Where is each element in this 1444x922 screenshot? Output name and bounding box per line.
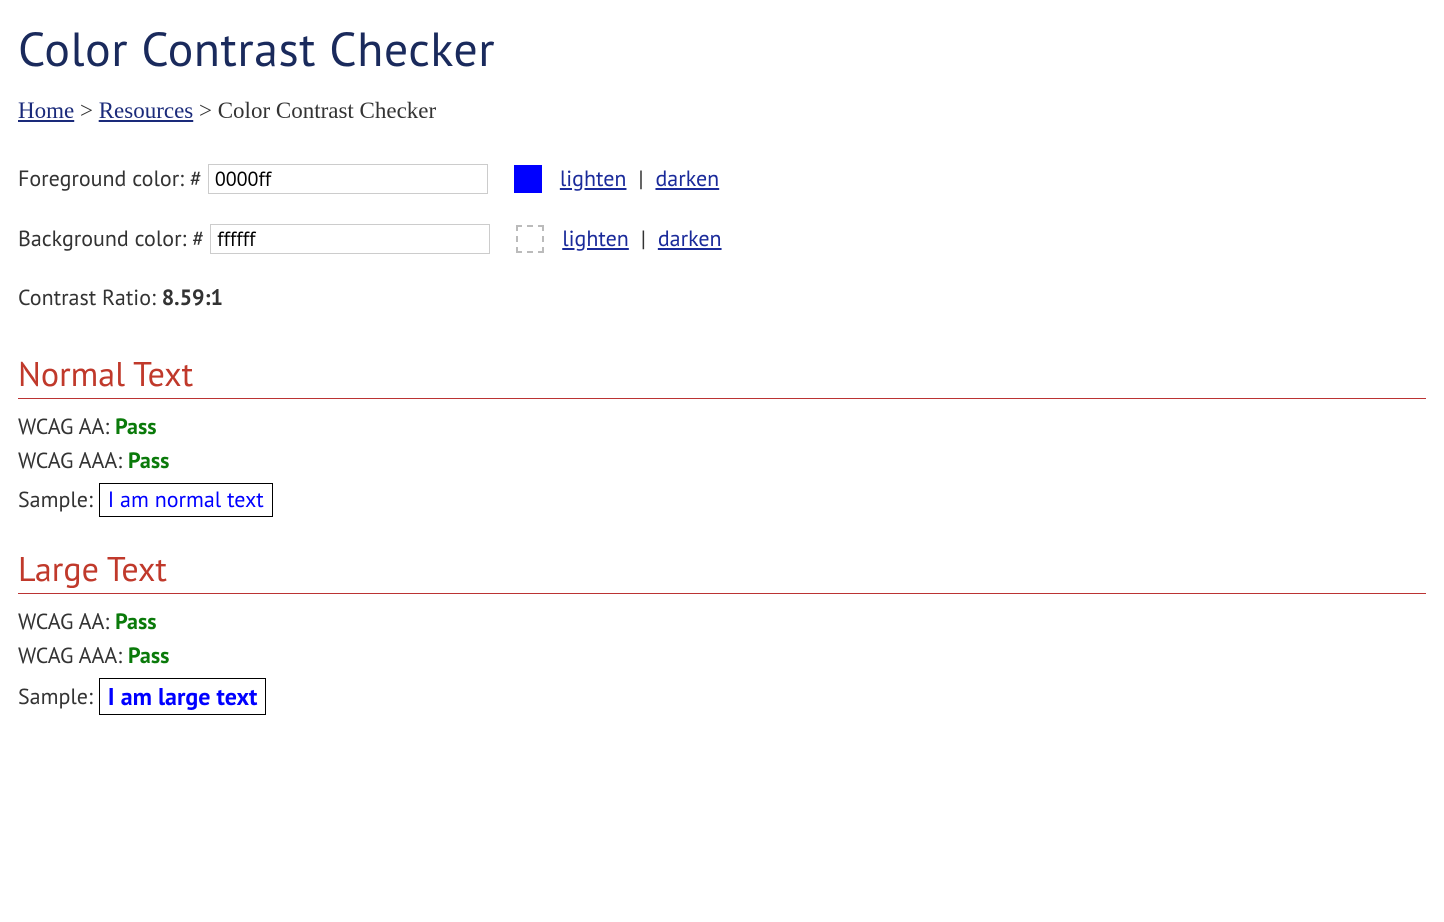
breadcrumb-current: Color Contrast Checker	[218, 98, 436, 123]
large-aa-result: Pass	[115, 608, 156, 636]
normal-sample-line: Sample: I am normal text	[18, 483, 1426, 517]
breadcrumb-resources-link[interactable]: Resources	[99, 98, 194, 123]
large-sample-label: Sample:	[18, 683, 93, 711]
contrast-ratio: Contrast Ratio: 8.59:1	[18, 284, 1426, 312]
breadcrumb-home-link[interactable]: Home	[18, 98, 74, 123]
foreground-lighten-link[interactable]: lighten	[560, 165, 627, 193]
foreground-row: Foreground color: # lighten | darken	[18, 164, 1426, 194]
large-sample-box: I am large text	[99, 678, 267, 715]
normal-aa-label: WCAG AA:	[18, 413, 115, 441]
contrast-ratio-label: Contrast Ratio:	[18, 284, 162, 312]
large-aa-line: WCAG AA: Pass	[18, 608, 1426, 636]
large-aaa-label: WCAG AAA:	[18, 642, 128, 670]
background-lighten-link[interactable]: lighten	[562, 225, 629, 253]
divider: |	[638, 165, 643, 193]
background-input[interactable]	[210, 224, 490, 254]
breadcrumb: Home > Resources > Color Contrast Checke…	[18, 98, 1426, 124]
foreground-darken-link[interactable]: darken	[655, 165, 719, 193]
large-text-heading: Large Text	[18, 547, 1426, 594]
large-aa-label: WCAG AA:	[18, 608, 115, 636]
normal-sample-box: I am normal text	[99, 483, 273, 517]
large-aaa-line: WCAG AAA: Pass	[18, 642, 1426, 670]
background-swatch[interactable]	[516, 225, 544, 253]
background-darken-link[interactable]: darken	[658, 225, 722, 253]
normal-aaa-line: WCAG AAA: Pass	[18, 447, 1426, 475]
foreground-swatch[interactable]	[514, 165, 542, 193]
foreground-input[interactable]	[208, 164, 488, 194]
divider: |	[641, 225, 646, 253]
normal-sample-label: Sample:	[18, 486, 93, 514]
large-sample-line: Sample: I am large text	[18, 678, 1426, 715]
background-label: Background color: #	[18, 225, 204, 253]
large-aaa-result: Pass	[128, 642, 169, 670]
contrast-ratio-value: 8.59:1	[162, 284, 223, 312]
breadcrumb-separator: >	[80, 98, 93, 123]
background-row: Background color: # lighten | darken	[18, 224, 1426, 254]
normal-text-heading: Normal Text	[18, 352, 1426, 399]
normal-aaa-label: WCAG AAA:	[18, 447, 128, 475]
normal-aa-result: Pass	[115, 413, 156, 441]
foreground-label: Foreground color: #	[18, 165, 202, 193]
normal-aa-line: WCAG AA: Pass	[18, 413, 1426, 441]
normal-aaa-result: Pass	[128, 447, 169, 475]
page-title: Color Contrast Checker	[18, 18, 1426, 80]
breadcrumb-separator: >	[199, 98, 212, 123]
